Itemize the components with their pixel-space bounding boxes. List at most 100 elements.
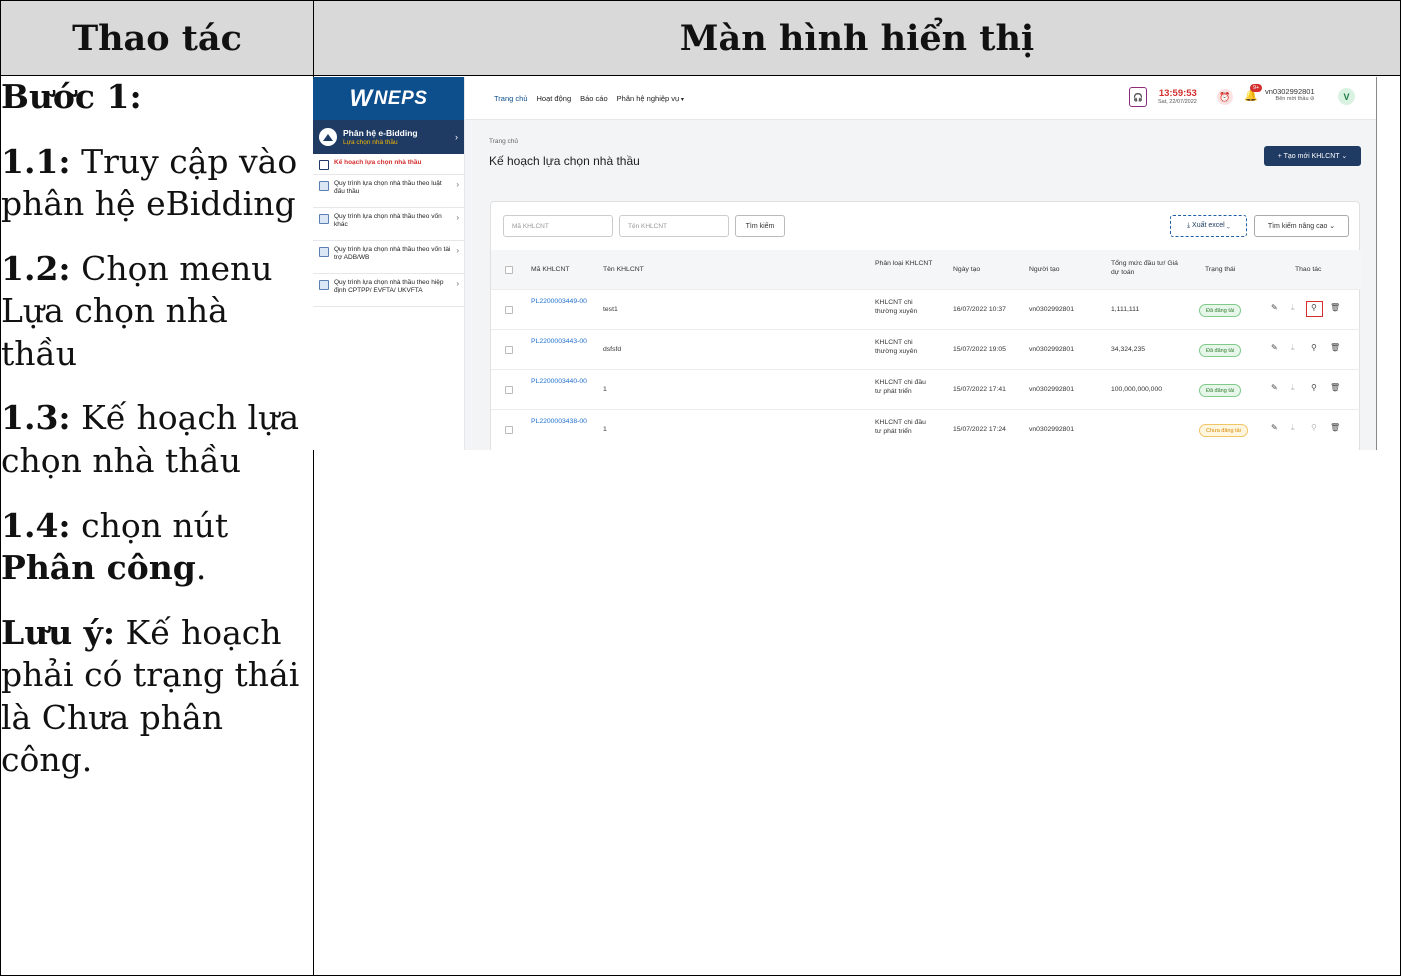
header-actions: Thao tác: [0, 0, 314, 76]
page-title: Kế hoạch lựa chọn nhà thầu: [489, 154, 640, 168]
download-icon[interactable]: ⤓: [1291, 423, 1295, 433]
edit-icon[interactable]: ✎: [1271, 303, 1278, 312]
steps-cell: Bước 1: 1.1: Truy cập vào phân hệ eBiddi…: [0, 75, 314, 976]
col-actions: Thao tác: [1295, 266, 1322, 273]
advanced-search-button[interactable]: Tìm kiếm nâng cao ⌄: [1254, 215, 1349, 237]
col-total[interactable]: Tổng mức đầu tư/ Giá dự toán: [1111, 259, 1181, 277]
step-1-2: 1.2: Chọn menu Lựa chọn nhà thầu: [1, 248, 273, 373]
table-row[interactable]: PL2200003443-00 dsfsfd KHLCNT chi thường…: [491, 329, 1361, 369]
step-title: Bước 1:: [1, 77, 142, 116]
download-icon[interactable]: ⤓: [1291, 383, 1295, 393]
plan-total: 34,324,235: [1111, 346, 1146, 353]
table-row[interactable]: PL2200003438-00 1 KHLCNT chi đầu tư phát…: [491, 409, 1361, 449]
col-code[interactable]: Mã KHLCNT: [531, 265, 570, 274]
plan-creator: vn0302992801: [1029, 386, 1074, 393]
table-row[interactable]: PL2200003440-00 1 KHLCNT chi đầu tư phát…: [491, 369, 1361, 409]
delete-icon[interactable]: 🗑: [1330, 303, 1340, 312]
edit-icon[interactable]: ✎: [1271, 383, 1278, 392]
search-button[interactable]: Tìm kiếm: [735, 215, 785, 237]
chevron-right-icon: ›: [456, 279, 459, 288]
plan-type: KHLCNT chi đầu tư phát triển: [875, 419, 926, 436]
row-checkbox[interactable]: [505, 346, 513, 354]
plan-name: test1: [603, 306, 618, 313]
row-checkbox[interactable]: [505, 426, 513, 434]
document-icon: [319, 181, 329, 191]
assign-icon[interactable]: ⚲: [1311, 383, 1317, 392]
plan-code-link[interactable]: PL2200003449-00: [531, 297, 591, 306]
sidebar-item-cptpp[interactable]: Quy trình lựa chọn nhà thầu theo hiệp đị…: [313, 274, 464, 307]
plan-type: KHLCNT chi thường xuyên: [875, 299, 918, 316]
export-excel-button[interactable]: ⤓ Xuất excel ⌄: [1170, 215, 1247, 237]
plan-date: 15/07/2022 17:24: [953, 426, 1006, 433]
col-date[interactable]: Ngày tạo: [953, 265, 980, 274]
app-screenshot: W NEPS Phân hệ e-Bidding Lựa chọn nhà thầ…: [313, 77, 1377, 450]
col-type[interactable]: Phân loại KHLCNT: [875, 259, 935, 268]
plan-creator: vn0302992801: [1029, 426, 1074, 433]
document-icon: [319, 280, 329, 290]
plan-type: KHLCNT chi thường xuyên: [875, 339, 918, 356]
assign-icon[interactable]: ⚲: [1311, 423, 1317, 432]
create-khlcnt-button[interactable]: + Tạo mới KHLCNT ⌄: [1264, 146, 1361, 166]
plan-type: KHLCNT chi đầu tư phát triển: [875, 379, 926, 396]
assign-icon[interactable]: ⚲: [1311, 343, 1317, 352]
chevron-right-icon: ›: [456, 180, 459, 189]
search-name-input[interactable]: Tên KHLCNT: [619, 215, 729, 237]
sidebar-item-ke-hoach[interactable]: Kế hoạch lựa chọn nhà thầu: [313, 154, 464, 175]
nav-activity[interactable]: Hoạt động: [537, 94, 572, 103]
sidebar-item-von-khac[interactable]: Quy trình lựa chọn nhà thầu theo vốn khá…: [313, 208, 464, 241]
delete-icon[interactable]: 🗑: [1330, 343, 1340, 352]
edit-icon[interactable]: ✎: [1271, 423, 1278, 432]
bell-icon[interactable]: 🔔 9+: [1244, 84, 1263, 102]
sidebar-item-adb-wb[interactable]: Quy trình lựa chọn nhà thầu theo vốn tài…: [313, 241, 464, 274]
headset-icon[interactable]: 🎧: [1129, 87, 1147, 107]
screenshot-border: [1376, 77, 1377, 450]
module-header[interactable]: Phân hệ e-Bidding Lựa chọn nhà thầu ›: [313, 120, 464, 154]
col-creator[interactable]: Người tạo: [1029, 265, 1060, 274]
col-name[interactable]: Tên KHLCNT: [603, 265, 644, 274]
col-status[interactable]: Trạng thái: [1205, 265, 1235, 274]
alarm-icon[interactable]: ⏰: [1217, 89, 1233, 105]
nav-home[interactable]: Trang chủ: [494, 94, 528, 103]
row-checkbox[interactable]: [505, 306, 513, 314]
plan-code-link[interactable]: PL2200003443-00: [531, 337, 591, 346]
status-badge: Đã đăng tải: [1199, 344, 1242, 357]
plan-total: 1,111,111: [1111, 306, 1140, 313]
table-header: Mã KHLCNT Tên KHLCNT Phân loại KHLCNT Ng…: [491, 250, 1361, 289]
step-1-1: 1.1: Truy cập vào phân hệ eBidding: [1, 141, 298, 224]
download-icon[interactable]: ⤓: [1291, 343, 1295, 353]
user-info[interactable]: vn0302992801 Bên mời thầu ⊘: [1265, 87, 1315, 102]
chevron-right-icon: ›: [455, 132, 458, 142]
avatar[interactable]: V: [1338, 88, 1355, 105]
table-row[interactable]: PL2200003449-00 test1 KHLCNT chi thường …: [491, 289, 1361, 329]
delete-icon[interactable]: 🗑: [1330, 423, 1340, 432]
nav-modules[interactable]: Phân hệ nghiệp vụ: [617, 94, 684, 103]
calendar-icon: [319, 160, 329, 170]
assign-highlight-box: [1306, 301, 1323, 317]
plan-name: 1: [603, 426, 607, 433]
plan-date: 15/07/2022 19:05: [953, 346, 1006, 353]
nav-reports[interactable]: Báo cáo: [580, 94, 608, 103]
status-badge: Đã đăng tải: [1199, 384, 1242, 397]
edit-icon[interactable]: ✎: [1271, 343, 1278, 352]
breadcrumb[interactable]: Trang chủ: [489, 138, 518, 145]
chevron-right-icon: ›: [456, 213, 459, 222]
clock: 13:59:53 Sat, 22/07/2022: [1158, 88, 1197, 105]
plan-code-link[interactable]: PL2200003440-00: [531, 377, 591, 386]
plan-code-link[interactable]: PL2200003438-00: [531, 417, 591, 426]
plan-creator: vn0302992801: [1029, 306, 1074, 313]
plan-creator: vn0302992801: [1029, 346, 1074, 353]
step-1-4: 1.4: chọn nút Phân công.: [1, 505, 229, 588]
row-checkbox[interactable]: [505, 386, 513, 394]
select-all-checkbox[interactable]: [505, 266, 513, 274]
sidebar-item-luat-dau-thau[interactable]: Quy trình lựa chọn nhà thầu theo luật đấ…: [313, 175, 464, 208]
download-icon[interactable]: ⤓: [1291, 303, 1295, 313]
plan-total: 100,000,000,000: [1111, 386, 1163, 393]
plan-date: 16/07/2022 10:37: [953, 306, 1006, 313]
neps-logo[interactable]: W NEPS: [313, 77, 464, 120]
search-code-input[interactable]: Mã KHLCNT: [503, 215, 613, 237]
document-icon: [319, 247, 329, 257]
main-nav: Trang chủ Hoạt động Báo cáo Phân hệ nghi…: [494, 94, 684, 103]
delete-icon[interactable]: 🗑: [1330, 383, 1340, 392]
top-bar: Trang chủ Hoạt động Báo cáo Phân hệ nghi…: [465, 77, 1377, 120]
module-subtitle: Lựa chọn nhà thầu: [343, 139, 398, 146]
